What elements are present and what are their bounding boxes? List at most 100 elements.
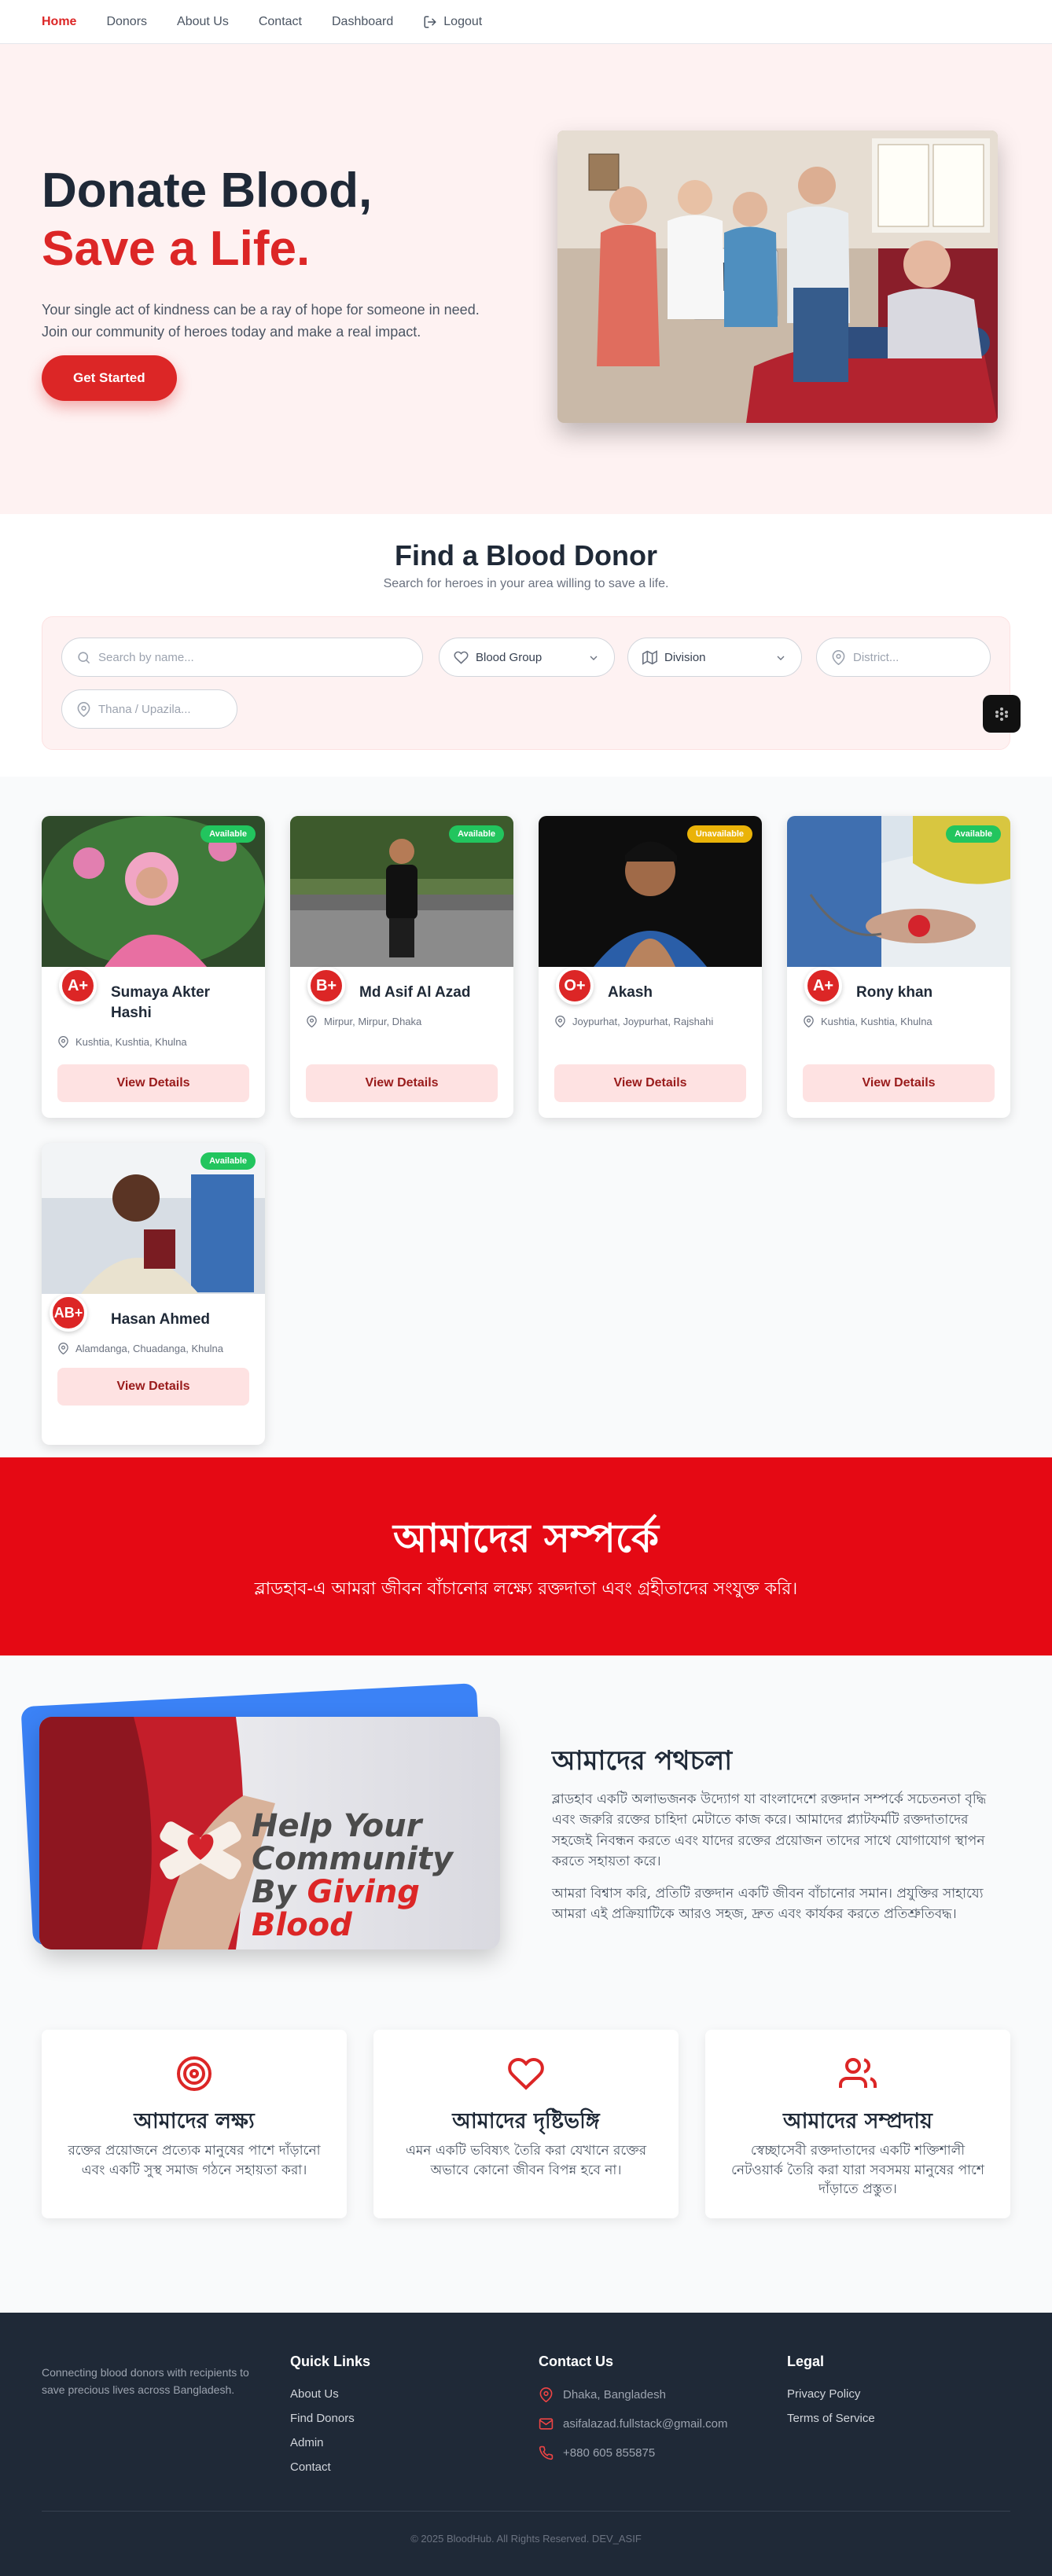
footer-email-text: asifalazad.fullstack@gmail.com [563, 2417, 728, 2431]
map-pin-icon [58, 1343, 68, 1354]
division-select[interactable]: Division [627, 638, 802, 677]
hero-image [557, 130, 998, 423]
footer-phone-text: +880 605 855875 [563, 2446, 656, 2460]
heart-icon [508, 2057, 544, 2090]
nav-dashboard[interactable]: Dashboard [332, 15, 393, 29]
status-badge: Available [200, 1152, 256, 1170]
blood-group-value: Blood Group [476, 650, 543, 664]
status-badge: Unavailable [686, 825, 752, 843]
footer-legal: Legal Privacy Policy Terms of Service [787, 2354, 875, 2436]
journey-paragraph-1: ব্লাডহাব একটি অলাভজনক উদ্যোগ যা বাংলাদেশ… [552, 1791, 987, 1870]
donor-location: Joypurhat, Joypurhat, Rajshahi [554, 1016, 713, 1027]
image-caption-line2: Community [252, 1841, 454, 1877]
target-icon [177, 2056, 212, 2091]
footer-email[interactable]: asifalazad.fullstack@gmail.com [539, 2416, 727, 2431]
thana-input[interactable]: Thana / Upazila... [61, 689, 237, 729]
image-caption-line1: Help Your [252, 1808, 422, 1844]
map-icon [642, 650, 657, 665]
donor-location-text: Alamdanga, Chuadanga, Khulna [75, 1343, 223, 1354]
get-started-button[interactable]: Get Started [42, 355, 177, 401]
donor-name: Sumaya Akter Hashi [111, 984, 211, 1022]
view-details-button[interactable]: View Details [57, 1064, 249, 1102]
donor-card: Available A+ Sumaya Akter Hashi Kushtia,… [42, 816, 265, 1118]
legal-title: Legal [787, 2354, 825, 2369]
contact-title: Contact Us [539, 2354, 614, 2369]
map-pin-icon [539, 2387, 553, 2402]
donor-location: Alamdanga, Chuadanga, Khulna [57, 1343, 223, 1354]
logout-icon [424, 16, 436, 28]
footer-copyright: © 2025 BloodHub. All Rights Reserved. DE… [410, 2533, 642, 2545]
donor-location: Kushtia, Kushtia, Khulna [803, 1016, 932, 1027]
image-caption-line3a: By [252, 1874, 296, 1910]
donor-card: Available A+ Rony khan Kushtia, Kushtia,… [787, 816, 1010, 1118]
about-title: আমাদের সম্পর্কে [393, 1515, 659, 1561]
blood-group-badge: AB+ [50, 1294, 87, 1332]
nav-about-us[interactable]: About Us [177, 15, 229, 29]
quick-links-title: Quick Links [290, 2354, 371, 2369]
donor-location-text: Kushtia, Kushtia, Khulna [75, 1036, 187, 1048]
footer-about: Connecting blood donors with recipients … [42, 2366, 249, 2396]
value-description: এমন একটি ভবিষ্যৎ তৈরি করা যেখানে রক্তের … [405, 2143, 647, 2178]
donor-card: Available AB+ Hasan Ahmed Alamdanga, Chu… [42, 1143, 265, 1445]
top-navbar: Home Donors About Us Contact Dashboard L… [0, 0, 1052, 44]
footer-link-about[interactable]: About Us [290, 2387, 370, 2401]
search-name-input[interactable]: Search by name... [61, 638, 423, 677]
view-details-button[interactable]: View Details [803, 1064, 995, 1102]
hero-section: Donate Blood, Save a Life. Your single a… [0, 44, 1052, 514]
value-description: রক্তের প্রয়োজনে প্রত্যেক মানুষের পাশে দ… [68, 2143, 321, 2178]
values-section: আমাদের লক্ষ্য রক্তের প্রয়োজনে প্রত্যেক … [0, 2022, 1052, 2313]
district-placeholder: District... [853, 650, 899, 664]
find-donor-title: Find a Blood Donor [395, 539, 657, 571]
about-subtitle: ব্লাডহাব-এ আমরা জীবন বাঁচানোর লক্ষ্যে রক… [254, 1579, 798, 1599]
nav-logout[interactable]: Logout [423, 15, 482, 29]
blood-group-select[interactable]: Blood Group [439, 638, 615, 677]
view-details-button[interactable]: View Details [306, 1064, 498, 1102]
journey-title: আমাদের পথচলা [552, 1745, 733, 1777]
donor-location: Mirpur, Mirpur, Dhaka [306, 1016, 421, 1027]
search-icon [78, 652, 90, 664]
hero-title-accent: Save a Life. [42, 222, 311, 277]
footer-quick-links: Quick Links About Us Find Donors Admin C… [290, 2354, 370, 2485]
chevron-down-icon [590, 656, 598, 660]
chevron-down-icon [777, 656, 785, 660]
nav-home[interactable]: Home [42, 15, 76, 29]
donor-location-text: Kushtia, Kushtia, Khulna [821, 1016, 932, 1027]
nav-donors[interactable]: Donors [106, 15, 147, 29]
district-input[interactable]: District... [816, 638, 991, 677]
hero-description: Your single act of kindness can be a ray… [42, 301, 480, 340]
phone-icon [539, 2446, 554, 2460]
value-title: আমাদের দৃষ্টিভঙ্গি [452, 2109, 600, 2133]
footer-link-terms[interactable]: Terms of Service [787, 2412, 875, 2425]
our-journey-section: Help Your Community By Giving Blood আমাদ… [0, 1655, 1052, 2022]
find-donor-subtitle: Search for heroes in your area willing t… [383, 577, 669, 590]
donor-name: Akash [608, 984, 653, 1001]
about-banner: আমাদের সম্পর্কে ব্লাডহাব-এ আমরা জীবন বাঁ… [0, 1457, 1052, 1655]
search-name-placeholder: Search by name... [98, 650, 194, 664]
hero-title: Donate Blood, [42, 164, 373, 218]
chatbot-icon [995, 707, 1008, 721]
value-card-vision: আমাদের দৃষ্টিভঙ্গি এমন একটি ভবিষ্যৎ তৈরি… [373, 2030, 679, 2218]
donor-name: Hasan Ahmed [111, 1311, 210, 1328]
status-badge: Available [449, 825, 504, 843]
nav-contact[interactable]: Contact [259, 15, 302, 29]
users-icon [839, 2058, 877, 2088]
footer-link-find-donors[interactable]: Find Donors [290, 2412, 370, 2425]
heart-icon [454, 651, 469, 664]
footer-link-contact[interactable]: Contact [290, 2460, 370, 2474]
logout-label: Logout [443, 14, 483, 28]
footer-link-privacy[interactable]: Privacy Policy [787, 2387, 875, 2401]
find-donor-section: Find a Blood Donor Search for heroes in … [0, 514, 1052, 777]
footer-divider [42, 2511, 1010, 2512]
map-pin-icon [804, 1016, 814, 1027]
value-title: আমাদের সম্প্রদায় [783, 2109, 932, 2133]
map-pin-icon [58, 1036, 68, 1048]
view-details-button[interactable]: View Details [554, 1064, 746, 1102]
floating-widget-button[interactable] [983, 695, 1021, 733]
blood-group-badge: B+ [307, 967, 345, 1005]
footer-phone[interactable]: +880 605 855875 [539, 2446, 727, 2460]
value-description: স্বেচ্ছাসেবী রক্তদাতাদের একটি শক্তিশালী … [731, 2143, 984, 2198]
journey-paragraph-2: আমরা বিশ্বাস করি, প্রতিটি রক্তদান একটি জ… [552, 1886, 984, 1923]
view-details-button[interactable]: View Details [57, 1368, 249, 1406]
footer-address-text: Dhaka, Bangladesh [563, 2388, 666, 2401]
footer-link-admin[interactable]: Admin [290, 2436, 370, 2449]
